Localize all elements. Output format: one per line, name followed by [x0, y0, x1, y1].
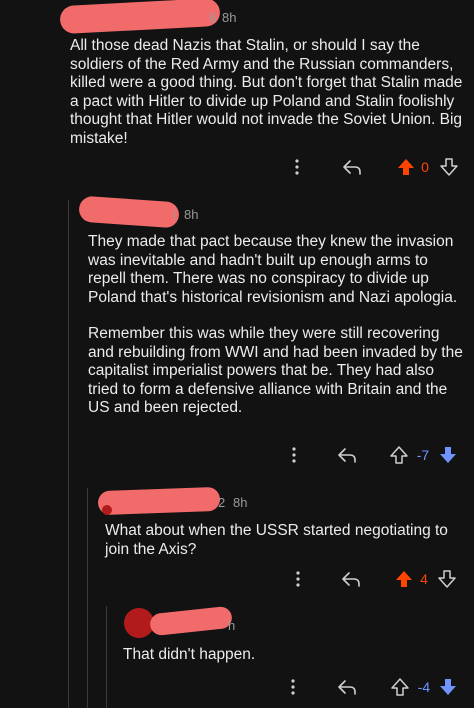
reply-icon[interactable] — [335, 676, 359, 698]
author-fragment: i — [173, 207, 176, 222]
comment-body: They made that pact because they knew th… — [88, 233, 466, 436]
more-icon[interactable] — [286, 676, 300, 698]
comment-actions: 0 — [0, 156, 474, 178]
avatar — [102, 505, 112, 515]
more-icon[interactable] — [287, 444, 301, 466]
timestamp: 8h — [233, 495, 248, 510]
comment-actions: -4 — [0, 676, 474, 698]
comment-paragraph: They made that pact because they knew th… — [88, 233, 458, 306]
vote-score: 4 — [420, 571, 428, 587]
comment-2: i 8h They made that pact because they kn… — [0, 195, 474, 475]
author-fragment: 2 — [218, 495, 226, 510]
comment-1: 6 8h All those dead Nazis that Stalin, o… — [0, 0, 474, 185]
more-icon[interactable] — [290, 156, 304, 178]
comment-paragraph: Remember this was while they were still … — [88, 325, 463, 416]
comment-body: What about when the USSR started negotia… — [105, 522, 448, 558]
vote-score: -4 — [417, 679, 431, 695]
comment-3: 2 8h What about when the USSR started ne… — [0, 485, 474, 597]
downvote-icon[interactable] — [436, 568, 458, 590]
upvote-icon[interactable] — [389, 676, 411, 698]
redacted-username — [78, 195, 180, 229]
downvote-icon[interactable] — [438, 156, 460, 178]
author-fragment: 6 — [209, 10, 217, 25]
comment-body: That didn't happen. — [123, 646, 256, 663]
downvote-icon[interactable] — [437, 676, 459, 698]
upvote-icon[interactable] — [395, 156, 417, 178]
upvote-icon[interactable] — [388, 444, 410, 466]
author-fragment: h — [228, 618, 236, 633]
more-icon[interactable] — [291, 568, 305, 590]
vote-score: 0 — [421, 159, 429, 175]
vote-score: -7 — [416, 447, 430, 463]
timestamp: 8h — [222, 10, 237, 25]
reply-icon[interactable] — [340, 156, 364, 178]
reply-icon[interactable] — [335, 444, 359, 466]
redacted-username — [149, 605, 233, 637]
redacted-username — [59, 0, 221, 35]
upvote-icon[interactable] — [393, 568, 415, 590]
comment-actions: -7 — [0, 444, 474, 466]
reply-icon[interactable] — [339, 568, 363, 590]
timestamp: 8h — [184, 207, 199, 222]
redacted-username — [97, 486, 221, 516]
comment-actions: 4 — [0, 568, 474, 590]
downvote-icon[interactable] — [437, 444, 459, 466]
comment-body: All those dead Nazis that Stalin, or sho… — [70, 37, 463, 147]
comment-4: h That didn't happen. -4 — [0, 604, 474, 708]
